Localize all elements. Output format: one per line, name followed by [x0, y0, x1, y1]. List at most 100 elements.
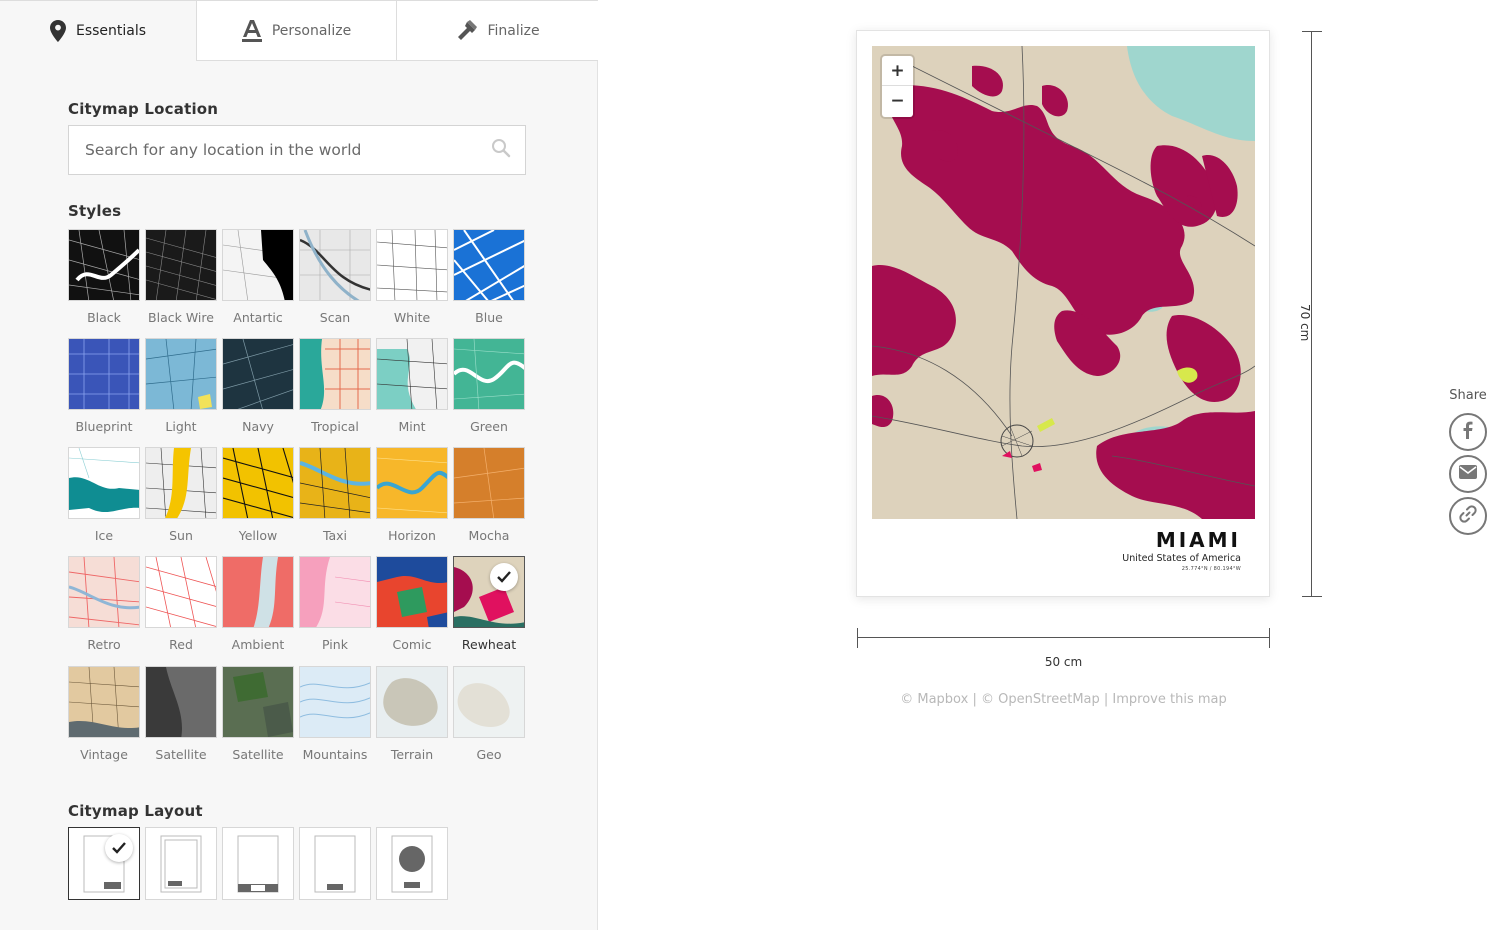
style-label: Pink	[322, 637, 348, 652]
editor-panel: Essentials Personalize Finalize Citymap …	[0, 0, 598, 930]
zoom-out-button[interactable]: −	[882, 86, 913, 116]
style-label: Taxi	[322, 528, 348, 543]
share-email-button[interactable]	[1449, 455, 1487, 493]
style-label: Red	[169, 637, 193, 652]
style-thumbnail	[222, 338, 294, 410]
style-label: Blue	[475, 310, 503, 325]
style-geo[interactable]: Geo	[453, 666, 525, 762]
style-thumbnail	[376, 229, 448, 301]
style-thumbnail	[376, 447, 448, 519]
share-title: Share	[1449, 388, 1487, 403]
style-thumbnail	[376, 666, 448, 738]
location-search[interactable]	[68, 125, 526, 175]
style-label: Blueprint	[75, 419, 133, 434]
style-comic[interactable]: Comic	[376, 556, 448, 652]
style-label: Black	[87, 310, 121, 325]
style-thumbnail	[376, 338, 448, 410]
styles-title: Styles	[68, 202, 122, 220]
style-thumbnail	[145, 666, 217, 738]
style-label: Rewheat	[461, 637, 517, 652]
map-view[interactable]: + −	[872, 46, 1255, 519]
style-blue[interactable]: Blue	[453, 229, 525, 325]
map-canvas[interactable]	[872, 46, 1255, 519]
style-label: Green	[470, 419, 508, 434]
style-taxi[interactable]: Taxi	[299, 447, 371, 543]
style-thumbnail	[453, 447, 525, 519]
layout-option-1[interactable]	[68, 827, 140, 900]
zoom-in-button[interactable]: +	[882, 56, 913, 86]
style-thumbnail	[145, 447, 217, 519]
layout-option-4[interactable]	[299, 827, 371, 900]
style-navy[interactable]: Navy	[222, 338, 294, 434]
attribution-separator: |	[1099, 692, 1113, 707]
style-terrain[interactable]: Terrain	[376, 666, 448, 762]
style-black[interactable]: Black	[68, 229, 140, 325]
search-input[interactable]	[85, 141, 491, 159]
style-retro[interactable]: Retro	[68, 556, 140, 652]
layout-option-2[interactable]	[145, 827, 217, 900]
style-label: Ice	[94, 528, 114, 543]
tab-personalize[interactable]: Personalize	[196, 1, 396, 61]
style-label: Satellite	[232, 747, 284, 762]
style-thumbnail	[376, 556, 448, 628]
location-title: Citymap Location	[68, 100, 219, 118]
mapbox-link[interactable]: © Mapbox	[900, 692, 968, 707]
style-mountains[interactable]: Mountains	[299, 666, 371, 762]
text-style-icon	[241, 19, 262, 42]
selected-check-icon	[105, 834, 133, 862]
layout-title: Citymap Layout	[68, 802, 203, 820]
map-attribution: © Mapbox | © OpenStreetMap | Improve thi…	[857, 692, 1270, 707]
share-link-button[interactable]	[1449, 497, 1487, 535]
style-thumbnail	[453, 229, 525, 301]
style-green[interactable]: Green	[453, 338, 525, 434]
style-light[interactable]: Light	[145, 338, 217, 434]
style-thumbnail	[299, 338, 371, 410]
style-satellite-2[interactable]: Satellite	[222, 666, 294, 762]
style-rewheat[interactable]: Rewheat	[453, 556, 525, 652]
selected-check-icon	[490, 563, 518, 591]
style-thumbnail	[222, 666, 294, 738]
style-label: Sun	[169, 528, 193, 543]
share-facebook-button[interactable]	[1449, 413, 1487, 451]
style-label: Scan	[319, 310, 351, 325]
style-horizon[interactable]: Horizon	[376, 447, 448, 543]
layout-option-5[interactable]	[376, 827, 448, 900]
style-pink[interactable]: Pink	[299, 556, 371, 652]
style-sun[interactable]: Sun	[145, 447, 217, 543]
style-red[interactable]: Red	[145, 556, 217, 652]
improve-map-link[interactable]: Improve this map	[1112, 692, 1226, 707]
style-thumbnail	[145, 229, 217, 301]
tab-bar: Essentials Personalize Finalize	[0, 1, 598, 61]
style-black-wire[interactable]: Black Wire	[145, 229, 217, 325]
style-label: Light	[165, 419, 197, 434]
style-label: Mountains	[302, 747, 368, 762]
style-thumbnail	[68, 666, 140, 738]
style-ice[interactable]: Ice	[68, 447, 140, 543]
style-tropical[interactable]: Tropical	[299, 338, 371, 434]
zoom-controls: + −	[882, 56, 913, 117]
style-satellite-1[interactable]: Satellite	[145, 666, 217, 762]
facebook-icon	[1458, 420, 1478, 444]
layout-option-3[interactable]	[222, 827, 294, 900]
style-yellow[interactable]: Yellow	[222, 447, 294, 543]
tab-essentials[interactable]: Essentials	[0, 1, 196, 61]
style-mocha[interactable]: Mocha	[453, 447, 525, 543]
search-icon[interactable]	[491, 138, 511, 162]
tab-finalize[interactable]: Finalize	[396, 1, 598, 61]
style-label: Mocha	[468, 528, 510, 543]
style-white[interactable]: White	[376, 229, 448, 325]
poster-coordinates: 25.774°N / 80.194°W	[1181, 566, 1241, 572]
osm-link[interactable]: © OpenStreetMap	[981, 692, 1100, 707]
style-antartic[interactable]: Antartic	[222, 229, 294, 325]
style-ambient[interactable]: Ambient	[222, 556, 294, 652]
style-scan[interactable]: Scan	[299, 229, 371, 325]
map-pin-icon	[50, 20, 66, 42]
style-blueprint[interactable]: Blueprint	[68, 338, 140, 434]
style-mint[interactable]: Mint	[376, 338, 448, 434]
poster-city: MIAMI	[1155, 528, 1241, 552]
style-vintage[interactable]: Vintage	[68, 666, 140, 762]
style-label: Vintage	[80, 747, 128, 762]
style-label: White	[393, 310, 431, 325]
style-thumbnail	[299, 447, 371, 519]
style-label: Terrain	[390, 747, 434, 762]
